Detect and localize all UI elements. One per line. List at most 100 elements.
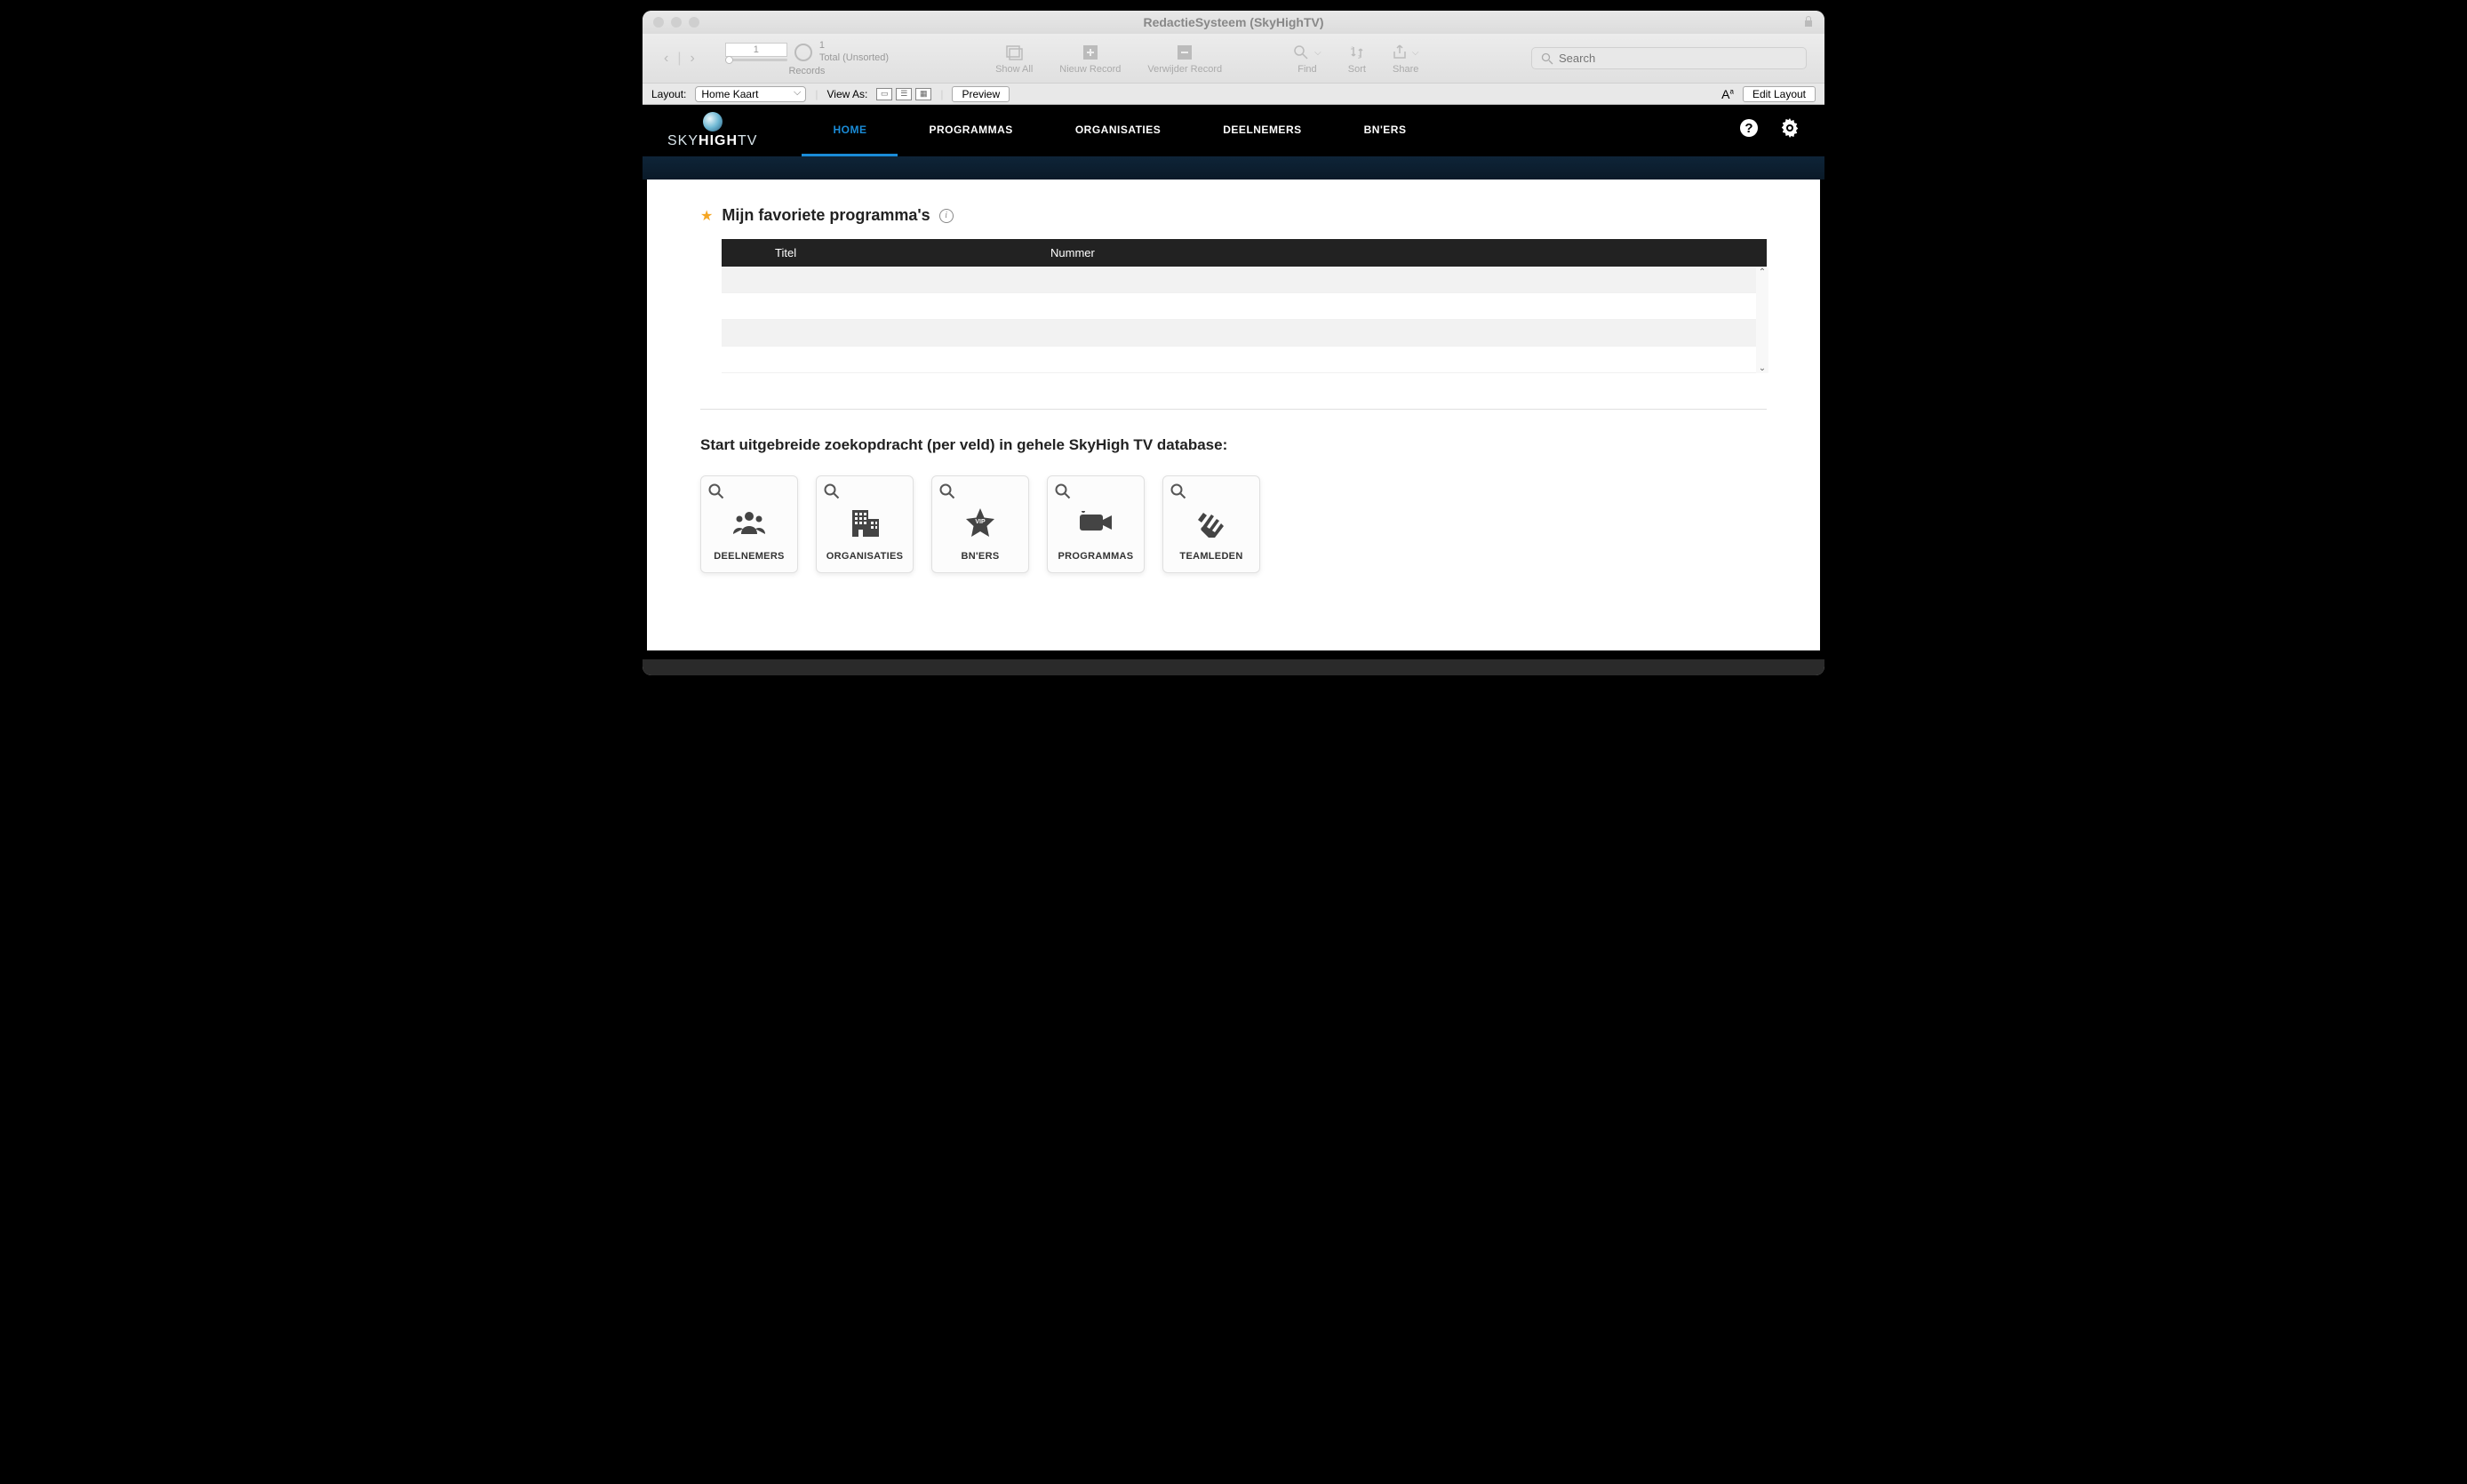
find-icon: ⌵ xyxy=(1293,42,1321,63)
sort-icon: az xyxy=(1349,42,1365,63)
minimize-traffic-light[interactable] xyxy=(671,17,682,28)
gear-icon[interactable] xyxy=(1780,118,1800,143)
find-label: Find xyxy=(1297,64,1316,75)
card-deelnemers[interactable]: DEELNEMERS xyxy=(700,475,798,573)
search-icon xyxy=(1541,52,1553,65)
building-icon xyxy=(849,505,881,540)
new-record-label: Nieuw Record xyxy=(1059,64,1121,75)
nav-organisaties[interactable]: ORGANISATIES xyxy=(1044,105,1192,156)
table-row[interactable] xyxy=(722,320,1767,347)
logo: SKYHIGHTV xyxy=(667,112,757,149)
layout-label: Layout: xyxy=(651,88,686,100)
card-programmas[interactable]: PROGRAMMAS xyxy=(1047,475,1145,573)
help-icon[interactable]: ? xyxy=(1739,118,1759,143)
sort-button[interactable]: az Sort xyxy=(1348,42,1366,75)
card-label: PROGRAMMAS xyxy=(1058,551,1134,562)
show-all-label: Show All xyxy=(995,64,1033,75)
nav-items: HOME PROGRAMMAS ORGANISATIES DEELNEMERS … xyxy=(802,105,1437,156)
nav-programmas[interactable]: PROGRAMMAS xyxy=(898,105,1043,156)
card-bners[interactable]: VIP BN'ERS xyxy=(931,475,1029,573)
share-button[interactable]: ⌵ Share xyxy=(1393,42,1419,75)
col-nummer: Nummer xyxy=(1050,246,1767,259)
search-icon xyxy=(824,483,840,504)
nav-home[interactable]: HOME xyxy=(802,105,898,156)
table-row[interactable] xyxy=(722,347,1767,373)
delete-record-label: Verwijder Record xyxy=(1147,64,1222,75)
layout-bar: Layout: Home Kaart | View As: ▭ ☰ ▦ | Pr… xyxy=(643,84,1824,105)
card-label: DEELNEMERS xyxy=(714,551,784,562)
search-input[interactable] xyxy=(1559,52,1797,65)
toolbar-search[interactable] xyxy=(1531,47,1807,69)
minus-icon xyxy=(1178,42,1192,63)
preview-button[interactable]: Preview xyxy=(952,86,1010,102)
titlebar: RedactieSysteem (SkyHighTV) xyxy=(643,11,1824,34)
plus-icon xyxy=(1083,42,1098,63)
sort-label: Sort xyxy=(1348,64,1366,75)
col-titel: Titel xyxy=(722,246,1050,259)
table-header: Titel Nummer xyxy=(722,239,1767,267)
view-table-icon[interactable]: ▦ xyxy=(915,88,931,100)
share-label: Share xyxy=(1393,64,1418,75)
close-traffic-light[interactable] xyxy=(653,17,664,28)
svg-text:z: z xyxy=(1358,55,1361,60)
traffic-lights xyxy=(653,17,699,28)
app-nav: SKYHIGHTV HOME PROGRAMMAS ORGANISATIES D… xyxy=(643,105,1824,156)
app-content: SKYHIGHTV HOME PROGRAMMAS ORGANISATIES D… xyxy=(643,105,1824,659)
delete-record-button[interactable]: Verwijder Record xyxy=(1147,42,1222,75)
search-section-title: Start uitgebreide zoekopdracht (per veld… xyxy=(700,436,1767,454)
view-list-icon[interactable]: ☰ xyxy=(896,88,912,100)
find-button[interactable]: ⌵ Find xyxy=(1293,42,1321,75)
favorites-header: ★ Mijn favoriete programma's i xyxy=(700,206,1767,225)
show-all-button[interactable]: Show All xyxy=(995,42,1033,75)
card-teamleden[interactable]: TEAMLEDEN xyxy=(1162,475,1260,573)
people-icon xyxy=(732,505,766,540)
search-icon xyxy=(1170,483,1186,504)
record-nav: 1 Total (Unsorted) xyxy=(725,40,889,63)
vip-star-icon: VIP xyxy=(965,505,995,540)
handshake-icon xyxy=(1195,505,1227,540)
records-label: Records xyxy=(788,66,825,76)
nav-deelnemers[interactable]: DEELNEMERS xyxy=(1192,105,1332,156)
search-icon xyxy=(939,483,955,504)
card-label: BN'ERS xyxy=(962,551,1000,562)
favorites-table: Titel Nummer ⌃ ⌄ xyxy=(722,239,1767,373)
logo-text: SKYHIGHTV xyxy=(667,133,757,149)
card-label: ORGANISATIES xyxy=(826,551,904,562)
main-content: ★ Mijn favoriete programma's i Titel Num… xyxy=(647,180,1820,650)
record-nav-arrows: ‹ | › xyxy=(660,49,699,68)
table-row[interactable] xyxy=(722,267,1767,293)
edit-layout-button[interactable]: Edit Layout xyxy=(1743,86,1816,102)
favorites-title: Mijn favoriete programma's xyxy=(722,206,930,225)
layout-select[interactable]: Home Kaart xyxy=(695,86,806,102)
table-row[interactable] xyxy=(722,293,1767,320)
show-all-icon xyxy=(1005,42,1023,63)
search-cards: DEELNEMERS ORGANISATIES xyxy=(700,475,1767,573)
maximize-traffic-light[interactable] xyxy=(689,17,699,28)
card-organisaties[interactable]: ORGANISATIES xyxy=(816,475,914,573)
nav-bners[interactable]: BN'ERS xyxy=(1333,105,1438,156)
share-icon: ⌵ xyxy=(1393,42,1419,63)
card-label: TEAMLEDEN xyxy=(1179,551,1242,562)
svg-text:?: ? xyxy=(1744,121,1752,136)
view-as-icons: ▭ ☰ ▦ xyxy=(876,88,931,100)
main-toolbar: ‹ | › 1 Total (Unsorted) Records xyxy=(643,34,1824,84)
prev-record-arrow[interactable]: ‹ xyxy=(660,49,672,68)
text-format-icon[interactable]: Aa xyxy=(1721,87,1734,101)
next-record-arrow[interactable]: › xyxy=(686,49,698,68)
table-body xyxy=(722,267,1767,373)
record-number-input[interactable] xyxy=(725,43,787,57)
lock-icon xyxy=(1803,15,1814,30)
record-info: 1 Total (Unsorted) xyxy=(819,40,889,63)
new-record-button[interactable]: Nieuw Record xyxy=(1059,42,1121,75)
scroll-down-icon[interactable]: ⌄ xyxy=(1759,363,1766,373)
nav-right: ? xyxy=(1739,118,1800,143)
window-footer xyxy=(643,659,1824,675)
info-icon[interactable]: i xyxy=(939,209,954,223)
camera-icon xyxy=(1078,505,1114,540)
scroll-up-icon[interactable]: ⌃ xyxy=(1759,267,1766,277)
app-window: RedactieSysteem (SkyHighTV) ‹ | › 1 xyxy=(643,11,1824,675)
view-form-icon[interactable]: ▭ xyxy=(876,88,892,100)
record-status: Total (Unsorted) xyxy=(819,52,889,64)
view-as-label: View As: xyxy=(827,88,868,100)
window-title: RedactieSysteem (SkyHighTV) xyxy=(1143,15,1323,29)
